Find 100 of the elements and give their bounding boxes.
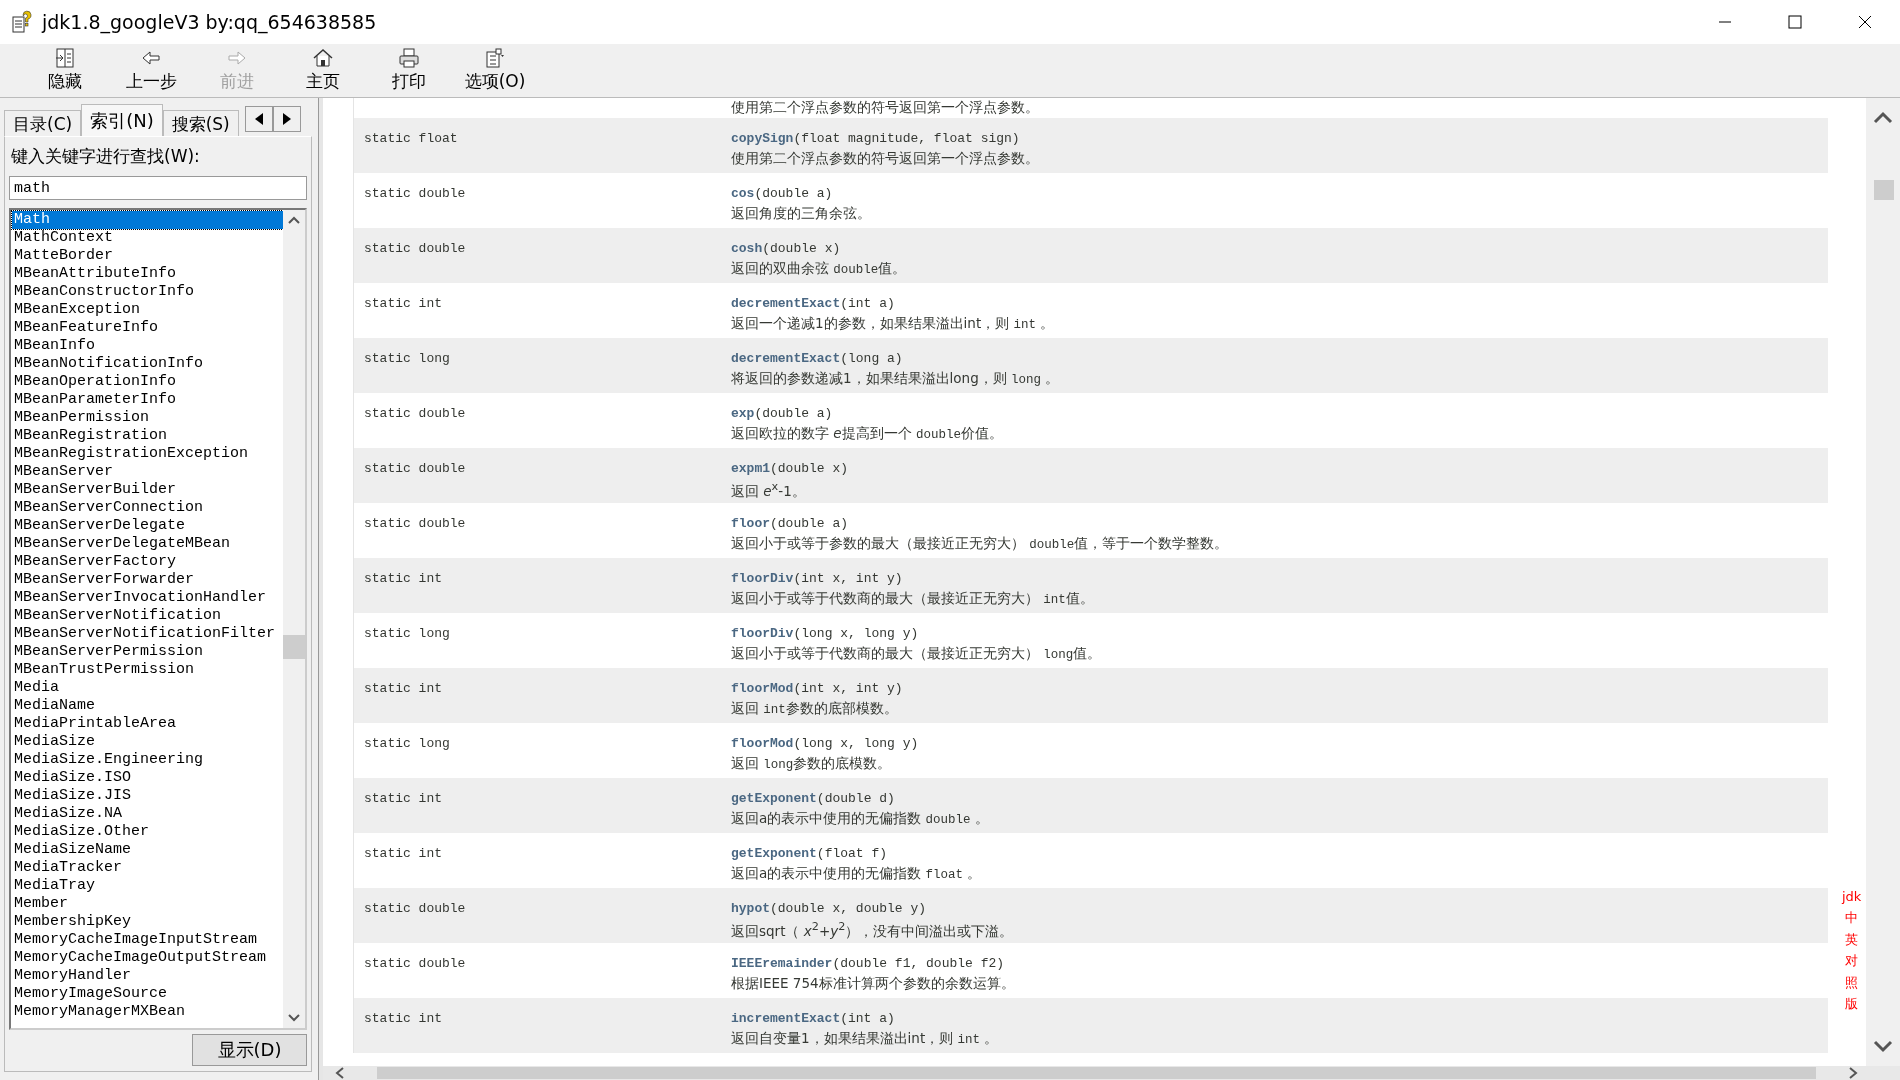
method-link[interactable]: decrementExact	[731, 351, 841, 366]
method-params: (double x)	[762, 241, 841, 256]
scrollbar-thumb[interactable]	[377, 1067, 1816, 1079]
index-item[interactable]: Member	[12, 895, 283, 913]
scrollbar-thumb[interactable]	[1874, 180, 1894, 200]
modifier-type: static double	[363, 901, 467, 918]
index-item[interactable]: MBeanAttributeInfo	[12, 265, 283, 283]
toolbar-button[interactable]: 隐藏	[22, 46, 108, 97]
display-button[interactable]: 显示(D)	[192, 1034, 307, 1066]
method-link[interactable]: hypot	[731, 901, 770, 916]
index-item[interactable]: MemoryCacheImageOutputStream	[12, 949, 283, 967]
toolbar-button[interactable]: 主页	[280, 46, 366, 97]
index-item[interactable]: MBeanServerDelegateMBean	[12, 535, 283, 553]
method-link[interactable]: exp	[731, 406, 755, 421]
method-description: 使用第二个浮点参数的符号返回第一个浮点参数。	[730, 98, 1040, 117]
index-item[interactable]: MBeanTrustPermission	[12, 661, 283, 679]
scrollbar[interactable]	[283, 210, 305, 1028]
left-triangle-icon	[254, 113, 263, 125]
method-link[interactable]: floorDiv	[731, 571, 794, 586]
index-item[interactable]: MBeanPermission	[12, 409, 283, 427]
index-item[interactable]: MBeanException	[12, 301, 283, 319]
method-link[interactable]: getExponent	[731, 791, 817, 806]
method-link[interactable]: copySign	[731, 131, 794, 146]
scrollbar-thumb[interactable]	[283, 635, 305, 659]
keyword-field[interactable]: math	[9, 176, 307, 200]
method-link[interactable]: floorDiv	[731, 626, 794, 641]
horizontal-scrollbar[interactable]	[323, 1066, 1900, 1080]
index-item[interactable]: MediaSize.NA	[12, 805, 283, 823]
index-item[interactable]: MembershipKey	[12, 913, 283, 931]
index-item[interactable]: MBeanServerBuilder	[12, 481, 283, 499]
index-item[interactable]: MediaTray	[12, 877, 283, 895]
index-item[interactable]: MediaSize.JIS	[12, 787, 283, 805]
method-params: (int x, int y)	[793, 681, 903, 696]
chevron-up-icon	[1873, 110, 1893, 124]
scrollbar[interactable]	[1866, 98, 1900, 1066]
toolbar-button[interactable]: 打印	[366, 46, 452, 97]
index-item[interactable]: MBeanFeatureInfo	[12, 319, 283, 337]
modifier-type: static float	[363, 131, 459, 148]
method-link[interactable]: floorMod	[731, 681, 794, 696]
method-params: (int a)	[840, 296, 895, 311]
scroll-right-button[interactable]	[272, 106, 301, 132]
index-item[interactable]: MBeanServerConnection	[12, 499, 283, 517]
index-item[interactable]: MediaSize.Engineering	[12, 751, 283, 769]
method-link[interactable]: decrementExact	[731, 296, 841, 311]
index-item[interactable]: MemoryHandler	[12, 967, 283, 985]
method-link[interactable]: floor	[731, 516, 770, 531]
index-item[interactable]: MBeanServerForwarder	[12, 571, 283, 589]
index-item[interactable]: MBeanServerDelegate	[12, 517, 283, 535]
tab[interactable]: 目录(C)	[4, 110, 82, 136]
tab[interactable]: 搜索(S)	[162, 110, 239, 136]
tab[interactable]: 索引(N)	[81, 104, 163, 136]
help-file-icon	[12, 9, 34, 35]
index-item[interactable]: MediaSizeName	[12, 841, 283, 859]
toolbar-button[interactable]: 上一步	[108, 46, 194, 97]
index-item[interactable]: MemoryImageSource	[12, 985, 283, 1003]
method-link[interactable]: incrementExact	[731, 1011, 841, 1026]
modifier-type: static long	[363, 351, 451, 368]
index-item[interactable]: MBeanServerNotification	[12, 607, 283, 625]
method-link[interactable]: expm1	[731, 461, 770, 476]
method-description: 返回小于或等于代数商的最大（最接近正无穷大） int值。	[731, 590, 1095, 608]
scroll-left-button[interactable]	[244, 106, 273, 132]
modifier-type: static int	[363, 846, 443, 863]
index-item[interactable]: MBeanOperationInfo	[12, 373, 283, 391]
index-item[interactable]: MBeanServerFactory	[12, 553, 283, 571]
index-item[interactable]: MemoryManagerMXBean	[12, 1003, 283, 1021]
index-item[interactable]: MediaSize.Other	[12, 823, 283, 841]
method-link[interactable]: cos	[731, 186, 755, 201]
index-item[interactable]: MediaSize	[12, 733, 283, 751]
index-item[interactable]: MediaName	[12, 697, 283, 715]
side-label: jdk中英对照版	[1840, 888, 1863, 1014]
home-icon	[311, 46, 335, 70]
index-item[interactable]: MBeanServerPermission	[12, 643, 283, 661]
method-link[interactable]: cosh	[731, 241, 763, 256]
index-item[interactable]: Media	[12, 679, 283, 697]
index-item[interactable]: MBeanRegistration	[12, 427, 283, 445]
index-item[interactable]: MemoryCacheImageInputStream	[12, 931, 283, 949]
index-item[interactable]: MBeanServer	[12, 463, 283, 481]
index-item[interactable]: MatteBorder	[12, 247, 283, 265]
index-item[interactable]: MediaPrintableArea	[12, 715, 283, 733]
index-item[interactable]: MBeanInfo	[12, 337, 283, 355]
method-params: (int x, int y)	[793, 571, 903, 586]
index-item[interactable]: MathContext	[12, 229, 283, 247]
index-item[interactable]: MBeanNotificationInfo	[12, 355, 283, 373]
modifier-type: static int	[363, 571, 443, 588]
method-link[interactable]: getExponent	[731, 846, 817, 861]
index-item[interactable]: MediaSize.ISO	[12, 769, 283, 787]
index-item[interactable]: MBeanRegistrationException	[12, 445, 283, 463]
index-item[interactable]: MBeanParameterInfo	[12, 391, 283, 409]
method-link[interactable]: floorMod	[731, 736, 794, 751]
index-item[interactable]: Math	[12, 211, 283, 229]
method-params: (double a)	[770, 516, 849, 531]
chevron-down-icon	[288, 1014, 300, 1022]
index-item[interactable]: MBeanServerNotificationFilter	[12, 625, 283, 643]
method-link[interactable]: IEEEremainder	[731, 956, 833, 971]
modifier-type: static long	[363, 626, 451, 643]
index-item[interactable]: MBeanServerInvocationHandler	[12, 589, 283, 607]
modifier-type: static int	[363, 681, 443, 698]
toolbar-button[interactable]: 选项(O)	[452, 46, 538, 97]
index-item[interactable]: MediaTracker	[12, 859, 283, 877]
index-item[interactable]: MBeanConstructorInfo	[12, 283, 283, 301]
